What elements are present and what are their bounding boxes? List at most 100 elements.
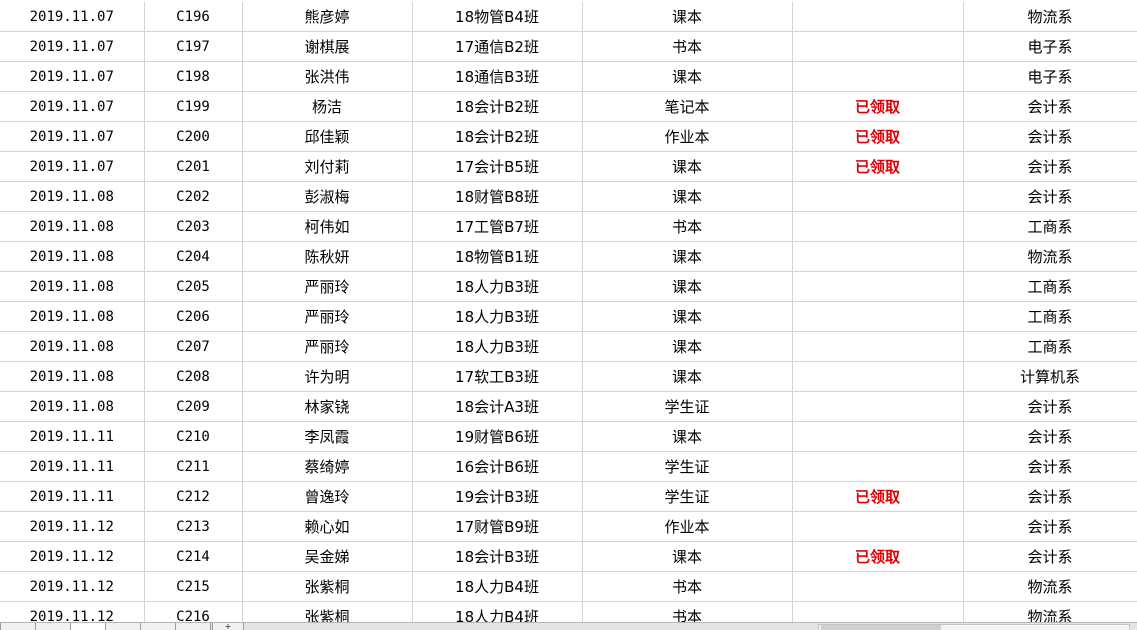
item-cell[interactable]: 课本 [582,271,793,302]
scrollbar-thumb[interactable] [821,625,941,630]
class-cell[interactable]: 17工管B7班 [412,211,583,242]
date-cell[interactable]: 2019.11.08 [0,181,145,212]
status-cell[interactable] [792,31,964,62]
name-cell[interactable]: 蔡绮婷 [242,451,413,482]
name-cell[interactable]: 严丽玲 [242,271,413,302]
id-cell[interactable]: C205 [144,271,243,302]
status-cell[interactable] [792,571,964,602]
class-cell[interactable]: 18财管B8班 [412,181,583,212]
name-cell[interactable]: 曾逸玲 [242,481,413,512]
name-cell[interactable]: 林家铙 [242,391,413,422]
department-cell[interactable]: 会计系 [963,541,1137,572]
class-cell[interactable]: 18会计A3班 [412,391,583,422]
department-cell[interactable]: 会计系 [963,151,1137,182]
class-cell[interactable]: 18人力B3班 [412,331,583,362]
class-cell[interactable]: 18会计B2班 [412,121,583,152]
department-cell[interactable]: 会计系 [963,91,1137,122]
status-cell[interactable] [792,271,964,302]
date-cell[interactable]: 2019.11.08 [0,241,145,272]
date-cell[interactable]: 2019.11.11 [0,481,145,512]
id-cell[interactable]: C207 [144,331,243,362]
department-cell[interactable]: 会计系 [963,481,1137,512]
date-cell[interactable]: 2019.11.08 [0,301,145,332]
date-cell[interactable]: 2019.11.08 [0,361,145,392]
item-cell[interactable]: 作业本 [582,511,793,542]
id-cell[interactable]: C211 [144,451,243,482]
item-cell[interactable]: 课本 [582,61,793,92]
name-cell[interactable]: 柯伟如 [242,211,413,242]
department-cell[interactable]: 电子系 [963,31,1137,62]
item-cell[interactable]: 学生证 [582,391,793,422]
id-cell[interactable]: C204 [144,241,243,272]
department-cell[interactable]: 会计系 [963,511,1137,542]
date-cell[interactable]: 2019.11.12 [0,601,145,622]
name-cell[interactable]: 严丽玲 [242,331,413,362]
class-cell[interactable]: 18人力B3班 [412,271,583,302]
item-cell[interactable]: 笔记本 [582,91,793,122]
name-cell[interactable]: 张紫桐 [242,601,413,622]
date-cell[interactable]: 2019.11.08 [0,271,145,302]
class-cell[interactable]: 18人力B4班 [412,571,583,602]
name-cell[interactable]: 谢棋展 [242,31,413,62]
item-cell[interactable]: 课本 [582,301,793,332]
class-cell[interactable]: 17会计B5班 [412,151,583,182]
class-cell[interactable]: 18通信B3班 [412,61,583,92]
date-cell[interactable]: 2019.11.07 [0,91,145,122]
date-cell[interactable]: 2019.11.08 [0,211,145,242]
status-cell[interactable] [792,451,964,482]
class-cell[interactable]: 17财管B9班 [412,511,583,542]
status-cell[interactable]: 已领取 [792,121,964,152]
item-cell[interactable]: 书本 [582,31,793,62]
department-cell[interactable]: 计算机系 [963,361,1137,392]
name-cell[interactable]: 吴金娣 [242,541,413,572]
id-cell[interactable]: C209 [144,391,243,422]
name-cell[interactable]: 陈秋妍 [242,241,413,272]
name-cell[interactable]: 张紫桐 [242,571,413,602]
horizontal-scrollbar[interactable] [818,624,1130,630]
department-cell[interactable]: 会计系 [963,391,1137,422]
name-cell[interactable]: 邱佳颖 [242,121,413,152]
department-cell[interactable]: 会计系 [963,121,1137,152]
status-cell[interactable]: 已领取 [792,481,964,512]
status-cell[interactable] [792,61,964,92]
date-cell[interactable]: 2019.11.07 [0,31,145,62]
date-cell[interactable]: 2019.11.08 [0,331,145,362]
name-cell[interactable]: 许为明 [242,361,413,392]
name-cell[interactable]: 刘付莉 [242,151,413,182]
department-cell[interactable]: 工商系 [963,301,1137,332]
status-cell[interactable] [792,511,964,542]
item-cell[interactable]: 书本 [582,571,793,602]
item-cell[interactable]: 课本 [582,361,793,392]
date-cell[interactable]: 2019.11.12 [0,511,145,542]
id-cell[interactable]: C196 [144,2,243,32]
id-cell[interactable]: C199 [144,91,243,122]
status-cell[interactable] [792,391,964,422]
status-cell[interactable] [792,301,964,332]
class-cell[interactable]: 19财管B6班 [412,421,583,452]
status-cell[interactable] [792,181,964,212]
item-cell[interactable]: 课本 [582,151,793,182]
id-cell[interactable]: C216 [144,601,243,622]
status-cell[interactable] [792,601,964,622]
item-cell[interactable]: 课本 [582,2,793,32]
id-cell[interactable]: C210 [144,421,243,452]
status-cell[interactable] [792,211,964,242]
status-cell[interactable]: 已领取 [792,541,964,572]
date-cell[interactable]: 2019.11.07 [0,2,145,32]
date-cell[interactable]: 2019.11.07 [0,61,145,92]
status-cell[interactable] [792,241,964,272]
id-cell[interactable]: C206 [144,301,243,332]
name-cell[interactable]: 彭淑梅 [242,181,413,212]
status-cell[interactable] [792,331,964,362]
name-cell[interactable]: 杨洁 [242,91,413,122]
id-cell[interactable]: C213 [144,511,243,542]
item-cell[interactable]: 课本 [582,331,793,362]
status-cell[interactable]: 已领取 [792,91,964,122]
id-cell[interactable]: C215 [144,571,243,602]
class-cell[interactable]: 18物管B4班 [412,2,583,32]
name-cell[interactable]: 熊彦婷 [242,2,413,32]
department-cell[interactable]: 会计系 [963,451,1137,482]
status-cell[interactable]: 已领取 [792,151,964,182]
class-cell[interactable]: 19会计B3班 [412,481,583,512]
department-cell[interactable]: 物流系 [963,2,1137,32]
